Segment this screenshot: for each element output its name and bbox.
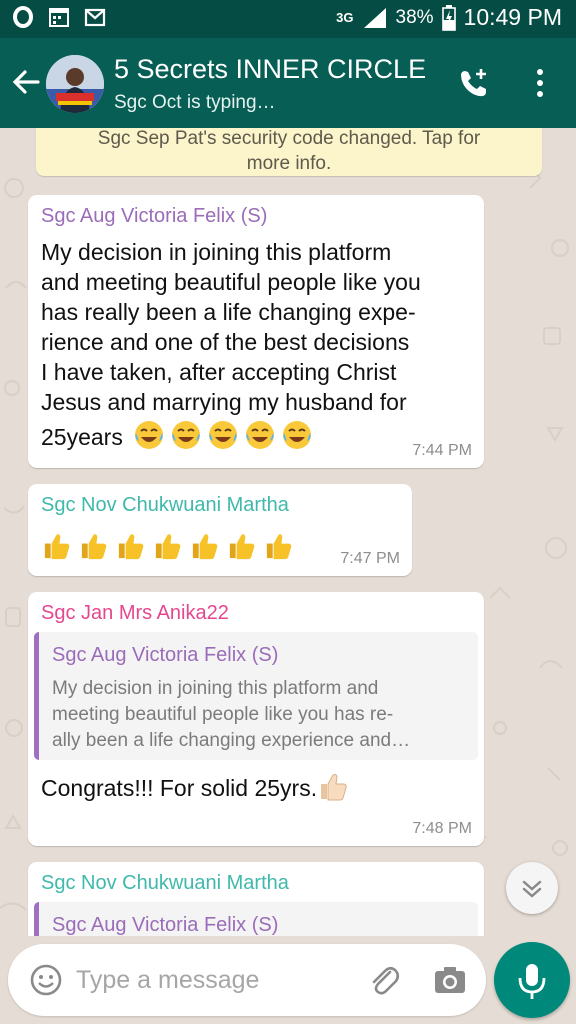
message-line: rience and one of the best decisions [41,329,410,355]
battery-charging-icon [441,4,456,31]
message-input[interactable] [76,962,356,998]
quoted-line: meeting beautiful people like you has re… [52,704,394,725]
chat-area[interactable]: Sgc Sep Pat's security code changed. Tap… [0,128,576,936]
network-type: 3G [336,10,354,25]
quoted-line: ally been a life changing experience and… [52,730,411,751]
message-time: 7:47 PM [340,550,400,567]
laughing-emoji-row [133,421,318,450]
group-avatar[interactable] [46,55,104,113]
tears-of-joy-emoji [209,421,238,449]
message-sender[interactable]: Sgc Nov Chukwuani Martha [41,872,289,895]
message-sender[interactable]: Sgc Jan Mrs Anika22 [41,602,229,625]
security-notice-text: Sgc Sep Pat's security code changed. Tap… [97,128,481,174]
message-line: I have taken, after accepting Christ [41,359,397,385]
quote-accent-bar [34,632,39,760]
message-text: My decision in joining this platform and… [41,237,481,452]
clock: 10:49 PM [463,4,562,30]
microphone-icon [518,964,546,999]
thumbs-up-light-emoji [321,773,347,801]
message-line: 25years [41,424,123,450]
more-vert-icon[interactable] [526,66,554,100]
opera-icon [13,6,33,28]
message-line: has really been a life changing expe- [41,299,416,325]
thumbs-up-emoji [155,534,181,560]
quoted-sender: Sgc Aug Victoria Felix (S) [52,914,279,936]
chat-title[interactable]: 5 Secrets INNER CIRCLE [114,54,426,85]
voice-record-button[interactable] [494,942,570,1018]
camera-icon[interactable] [432,962,468,998]
thumbs-up-emoji-row [41,530,300,561]
chat-header: 5 Secrets INNER CIRCLE Sgc Oct is typing… [0,38,576,128]
message-time: 7:48 PM [412,820,472,837]
message-bubble[interactable]: Sgc Aug Victoria Felix (S) My decision i… [28,195,484,468]
add-call-icon[interactable] [456,65,492,101]
quoted-line: My decision in joining this platform and [52,678,379,699]
thumbs-up-emoji [229,534,255,560]
signal-icon [363,7,386,28]
message-composer [8,944,486,1016]
quoted-message[interactable]: Sgc Aug Victoria Felix (S) [34,902,478,936]
message-sender[interactable]: Sgc Nov Chukwuani Martha [41,494,289,517]
quote-accent-bar [34,902,39,936]
message-text: Congrats!!! For solid 25yrs. [41,770,471,803]
tears-of-joy-emoji [135,421,164,449]
quoted-text: My decision in joining this platform and… [52,676,472,754]
message-bubble[interactable]: Sgc Jan Mrs Anika22 Sgc Aug Victoria Fel… [28,592,484,846]
security-notice[interactable]: Sgc Sep Pat's security code changed. Tap… [36,128,542,176]
double-chevron-down-icon [522,880,542,898]
thumbs-up-emoji [266,534,292,560]
emoji-icon[interactable] [28,962,64,998]
quoted-sender: Sgc Aug Victoria Felix (S) [52,644,279,666]
paperclip-icon[interactable] [366,962,402,998]
tears-of-joy-emoji [246,421,275,449]
message-sender[interactable]: Sgc Aug Victoria Felix (S) [41,205,267,228]
message-line: My decision in joining this platform [41,239,392,265]
tears-of-joy-emoji [283,421,312,449]
calendar-icon [49,8,69,27]
thumbs-up-emoji [118,534,144,560]
quoted-message[interactable]: Sgc Aug Victoria Felix (S) My decision i… [34,632,478,760]
status-bar: 3G 38% 10:49 PM [0,0,576,38]
scroll-to-bottom-button[interactable] [506,862,558,914]
battery-percent: 38% [395,6,434,28]
message-line: and meeting beautiful people like you [41,269,421,295]
gmail-icon [84,8,106,27]
message-line: Jesus and marrying my husband for [41,389,407,415]
typing-status: Sgc Oct is typing… [114,92,276,113]
back-arrow-icon[interactable] [10,66,42,98]
message-bubble[interactable]: Sgc Nov Chukwuani Martha Sgc Aug Victori… [28,862,484,936]
message-time: 7:44 PM [412,442,472,459]
reply-text: Congrats!!! For solid 25yrs. [41,775,318,801]
tears-of-joy-emoji [172,421,201,449]
thumbs-up-emoji [192,534,218,560]
message-bubble[interactable]: Sgc Nov Chukwuani Martha 7:47 PM [28,484,412,576]
thumbs-up-emoji [81,534,107,560]
thumbs-up-emoji [44,534,70,560]
